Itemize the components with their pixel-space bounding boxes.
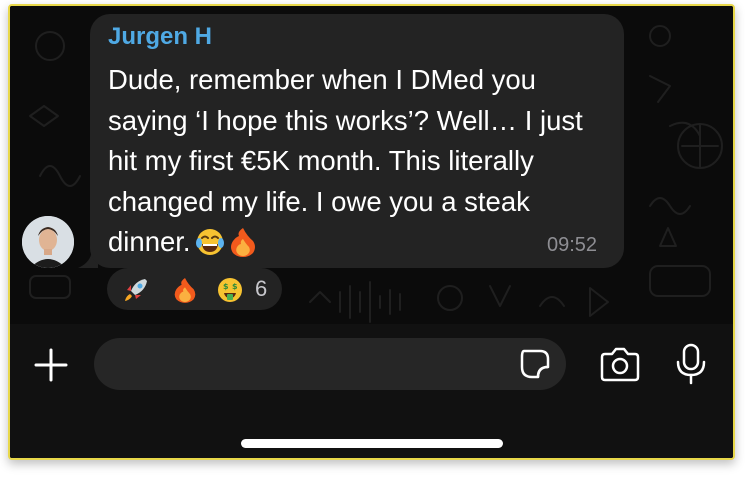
microphone-icon[interactable]	[674, 342, 708, 386]
laughing-emoji-icon	[195, 227, 225, 269]
svg-text:$: $	[232, 282, 238, 291]
message-time: 09:52	[547, 234, 598, 256]
fire-emoji-icon	[229, 227, 257, 269]
sticker-icon[interactable]	[518, 347, 552, 381]
message-input-box[interactable]	[94, 338, 566, 392]
svg-text:$: $	[223, 282, 229, 291]
sender-name[interactable]: Jurgen H	[108, 23, 212, 51]
message-text-block: Dude, remember when I DMed you saying ‘I…	[108, 60, 613, 269]
plus-icon[interactable]	[32, 346, 70, 384]
fire-reaction-icon[interactable]	[173, 277, 197, 308]
message-input[interactable]	[114, 338, 508, 392]
camera-icon[interactable]	[598, 346, 642, 384]
home-indicator[interactable]	[241, 439, 503, 448]
rocket-reaction-icon[interactable]	[123, 277, 149, 308]
screenshot-frame: Jurgen H Dude, remember when I DMed you …	[8, 4, 735, 460]
message-text: Dude, remember when I DMed you saying ‘I…	[108, 64, 583, 257]
reactions-bar[interactable]: $ $ 6	[107, 268, 282, 310]
avatar-image	[22, 216, 74, 268]
reaction-count: 6	[255, 276, 268, 301]
sender-avatar[interactable]	[22, 216, 74, 268]
money-mouth-reaction-icon[interactable]: $ $	[217, 277, 243, 308]
